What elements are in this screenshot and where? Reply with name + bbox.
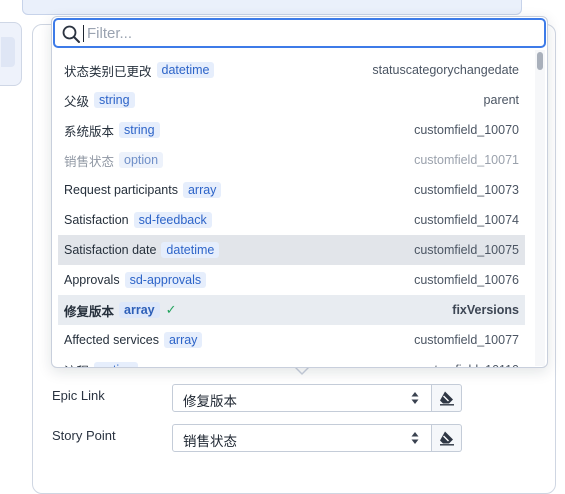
option-name: Approvals bbox=[64, 273, 120, 287]
story-point-label: Story Point bbox=[52, 428, 116, 443]
option-name: 系统版本 bbox=[64, 124, 115, 139]
type-badge: datetime bbox=[156, 62, 215, 78]
option-name: Affected services bbox=[64, 333, 159, 347]
sort-arrows-icon bbox=[411, 392, 419, 404]
story-point-clear-button[interactable] bbox=[432, 424, 462, 452]
epic-link-label: Epic Link bbox=[52, 388, 105, 403]
list-item[interactable]: 流程 option customfield_10110 bbox=[58, 355, 525, 368]
field-id: customfield_10073 bbox=[414, 183, 519, 197]
type-badge: array bbox=[163, 332, 203, 348]
field-id: customfield_10077 bbox=[414, 333, 519, 347]
list-item-disabled: 销售状态 option customfield_10071 bbox=[58, 145, 525, 175]
field-id: fixVersions bbox=[452, 303, 519, 317]
field-id: customfield_10076 bbox=[414, 273, 519, 287]
option-name: Satisfaction bbox=[64, 213, 129, 227]
story-point-select[interactable]: 销售状态 bbox=[172, 424, 432, 452]
list-item[interactable]: Satisfaction sd-feedback customfield_100… bbox=[58, 205, 525, 235]
list-item[interactable]: Affected services array customfield_1007… bbox=[58, 325, 525, 355]
field-id: parent bbox=[483, 93, 519, 107]
list-item-selected[interactable]: 修复版本 array ✓ fixVersions bbox=[58, 295, 525, 325]
field-id: customfield_10074 bbox=[414, 213, 519, 227]
side-card bbox=[0, 22, 22, 86]
type-badge: sd-feedback bbox=[133, 212, 212, 228]
epic-link-clear-button[interactable] bbox=[432, 384, 462, 412]
field-id: customfield_10075 bbox=[414, 243, 519, 257]
list-item[interactable]: 状态类别已更改 datetime statuscategorychangedat… bbox=[58, 55, 525, 85]
list-item-hovered[interactable]: Satisfaction date datetime customfield_1… bbox=[58, 235, 525, 265]
search-icon bbox=[62, 25, 80, 43]
epic-link-value: 修复版本 bbox=[183, 394, 237, 409]
field-id: customfield_10070 bbox=[414, 123, 519, 137]
type-badge: array bbox=[182, 182, 222, 198]
option-name: 父级 bbox=[64, 94, 90, 109]
dropdown-pointer bbox=[294, 366, 310, 375]
list-item[interactable]: 父级 string parent bbox=[58, 85, 525, 115]
text-caret bbox=[83, 25, 84, 42]
field-id: customfield_10110 bbox=[415, 363, 519, 367]
type-badge: option bbox=[94, 362, 139, 367]
option-name: 销售状态 bbox=[64, 154, 115, 169]
list-item[interactable]: Approvals sd-approvals customfield_10076 bbox=[58, 265, 525, 295]
field-id: statuscategorychangedate bbox=[372, 63, 519, 77]
option-name: Request participants bbox=[64, 183, 178, 197]
check-icon: ✓ bbox=[165, 302, 177, 317]
option-name: Satisfaction date bbox=[64, 243, 157, 257]
sort-arrows-icon bbox=[411, 432, 419, 444]
type-badge: datetime bbox=[161, 242, 220, 258]
type-badge: sd-approvals bbox=[124, 272, 207, 288]
epic-link-row: Epic Link 修复版本 bbox=[52, 384, 472, 412]
field-id: customfield_10071 bbox=[414, 153, 519, 167]
option-name: 流程 bbox=[64, 361, 89, 368]
option-name: 状态类别已更改 bbox=[64, 64, 152, 79]
epic-link-select[interactable]: 修复版本 bbox=[172, 384, 432, 412]
eraser-icon bbox=[439, 391, 454, 406]
side-card-inner bbox=[1, 37, 15, 67]
filter-field[interactable] bbox=[53, 18, 546, 48]
field-option-list: 状态类别已更改 datetime statuscategorychangedat… bbox=[58, 55, 525, 368]
story-point-row: Story Point 销售状态 bbox=[52, 424, 472, 452]
field-dropdown: 状态类别已更改 datetime statuscategorychangedat… bbox=[51, 16, 548, 368]
type-badge: option bbox=[119, 152, 164, 168]
top-panel-edge bbox=[22, 0, 522, 15]
scrollbar-thumb[interactable] bbox=[537, 52, 543, 70]
type-badge: string bbox=[94, 92, 135, 108]
list-item[interactable]: Request participants array customfield_1… bbox=[58, 175, 525, 205]
story-point-value: 销售状态 bbox=[183, 434, 237, 449]
list-item[interactable]: 系统版本 string customfield_10070 bbox=[58, 115, 525, 145]
type-badge: array bbox=[119, 302, 160, 318]
type-badge: string bbox=[119, 122, 160, 138]
option-name: 修复版本 bbox=[64, 304, 115, 319]
eraser-icon bbox=[439, 431, 454, 446]
filter-input[interactable] bbox=[85, 23, 525, 43]
list-scrollbar[interactable] bbox=[535, 50, 545, 366]
